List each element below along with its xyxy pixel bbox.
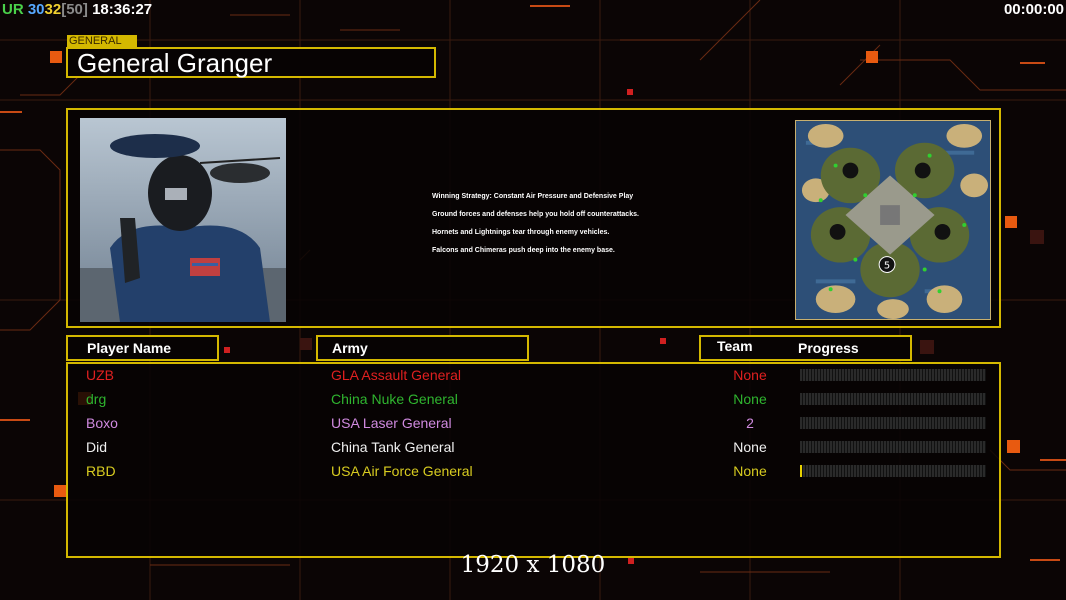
player-row: Boxo USA Laser General 2 <box>68 412 999 434</box>
strategy-line: Falcons and Chimeras push deep into the … <box>432 247 615 254</box>
island-map-preview-icon: 5 <box>795 120 991 320</box>
player-row: RBD USA Air Force General None <box>68 460 999 482</box>
resolution-caption: 1920 x 1080 <box>460 552 606 578</box>
player-name: Did <box>86 439 108 455</box>
general-info-panel: Winning Strategy: Constant Air Pressure … <box>66 108 1001 328</box>
strategy-text: Winning Strategy: Constant Air Pressure … <box>432 188 639 260</box>
player-army: China Tank General <box>331 439 455 455</box>
strategy-line: Hornets and Lightnings tear through enem… <box>432 229 610 236</box>
player-name: drg <box>86 391 107 407</box>
player-row: Did China Tank General None <box>68 436 999 458</box>
player-army: China Nuke General <box>331 391 458 407</box>
hud-timer: 00:00:00 <box>1003 1 1064 18</box>
load-progress-bar <box>800 417 986 429</box>
player-team: None <box>733 463 767 479</box>
air-force-general-portrait-icon <box>80 118 286 322</box>
army-header: Army <box>316 335 529 361</box>
general-tag: GENERAL <box>67 35 137 47</box>
team-header-label: Team <box>717 338 753 354</box>
player-name: Boxo <box>86 415 118 431</box>
army-header-label: Army <box>332 340 368 356</box>
load-progress-bar <box>800 441 986 453</box>
hud-value-b: 32 <box>44 1 62 18</box>
top-status-bar: UR 3032[50] 18:36:27 00:00:00 <box>0 0 1066 20</box>
player-name: RBD <box>86 463 116 479</box>
hud-value-c: [50] <box>61 1 88 18</box>
player-row: drg China Nuke General None <box>68 388 999 410</box>
player-name: UZB <box>86 367 114 383</box>
player-army: USA Air Force General <box>331 463 473 479</box>
strategy-line: Ground forces and defenses help you hold… <box>432 211 639 218</box>
load-progress-bar <box>800 369 986 381</box>
load-progress-bar <box>800 393 986 405</box>
team-progress-header: Team Progress <box>699 335 912 361</box>
svg-text:5: 5 <box>884 261 890 272</box>
player-team: None <box>733 439 767 455</box>
player-name-header-label: Player Name <box>87 340 172 356</box>
hud-clock: 18:36:27 <box>92 1 153 18</box>
hud-ur-label: UR <box>2 1 24 18</box>
strategy-line: Winning Strategy: Constant Air Pressure … <box>432 193 634 200</box>
general-name: General Granger <box>77 48 273 78</box>
load-progress-bar <box>800 465 986 477</box>
player-list: UZB GLA Assault General None drg China N… <box>66 362 1001 558</box>
general-name-box: General Granger <box>66 47 436 78</box>
player-army: USA Laser General <box>331 415 452 431</box>
progress-header-label: Progress <box>798 340 859 356</box>
player-team: 2 <box>746 415 754 431</box>
hud-value-a: 30 <box>27 1 45 18</box>
player-army: GLA Assault General <box>331 367 461 383</box>
player-team: None <box>733 367 767 383</box>
player-team: None <box>733 391 767 407</box>
player-name-header: Player Name <box>66 335 219 361</box>
player-row: UZB GLA Assault General None <box>68 364 999 386</box>
load-progress-fill <box>800 465 802 477</box>
hud-stats: UR 3032[50] 18:36:27 <box>2 1 152 18</box>
